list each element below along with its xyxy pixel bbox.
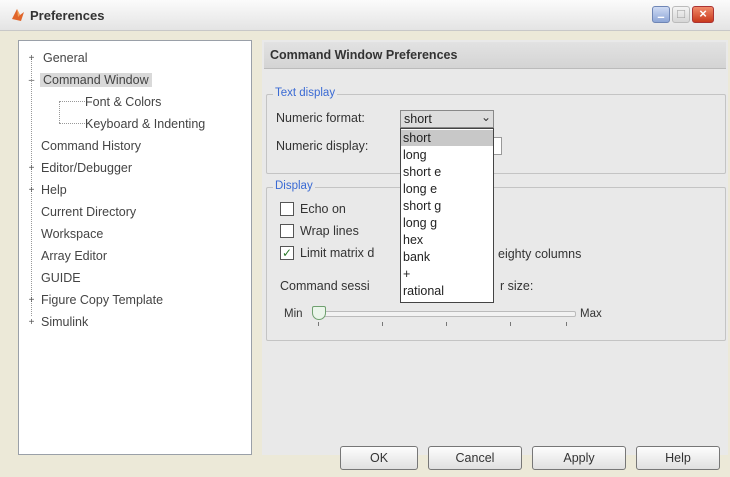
tree-item-label: Figure Copy Template: [41, 293, 164, 307]
tree-guide-line: [59, 101, 85, 102]
minimize-icon: –: [657, 9, 665, 24]
group-label: Text display: [273, 87, 338, 99]
tree-item-keyboard-indenting[interactable]: Keyboard & Indenting: [85, 117, 205, 131]
tree-item-array-editor[interactable]: Array Editor: [41, 249, 107, 263]
close-button[interactable]: ×: [692, 6, 714, 23]
tree-item-label: Font & Colors: [85, 95, 162, 109]
window-title: Preferences: [30, 8, 105, 23]
tree-item-label: Current Directory: [41, 205, 137, 219]
tree-item-help[interactable]: + Help: [27, 183, 67, 197]
wrap-lines-checkbox[interactable]: [280, 224, 294, 238]
limit-matrix-label-continued: eighty columns: [498, 247, 582, 261]
format-option-plus[interactable]: +: [401, 266, 493, 282]
format-option-short-g[interactable]: short g: [401, 198, 493, 214]
tree-item-label: Array Editor: [41, 249, 107, 263]
format-option-hex[interactable]: hex: [401, 232, 493, 248]
tree-item-guide[interactable]: GUIDE: [41, 271, 81, 285]
expand-icon[interactable]: +: [27, 164, 36, 174]
slider-tick: [318, 322, 319, 326]
tree-item-label: Workspace: [41, 227, 104, 241]
numeric-display-label: Numeric display:: [276, 139, 369, 153]
tree-item-label: General: [43, 51, 88, 65]
slider-tick: [382, 322, 383, 326]
tree-item-workspace[interactable]: Workspace: [41, 227, 103, 241]
buffer-size-slider[interactable]: [318, 311, 576, 317]
preferences-window: Preferences – □ × + General – Command Wi…: [0, 0, 730, 477]
preferences-tree: + General – Command Window Font & Colors…: [18, 40, 252, 455]
tree-item-label: Help: [41, 183, 67, 197]
echo-on-label: Echo on: [300, 202, 346, 216]
slider-thumb[interactable]: [312, 306, 326, 320]
chevron-down-icon: ⌄: [480, 110, 491, 124]
format-option-long[interactable]: long: [401, 147, 493, 163]
tree-item-current-directory[interactable]: Current Directory: [41, 205, 136, 219]
command-session-label: Command sessi: [280, 279, 370, 293]
apply-button[interactable]: Apply: [532, 446, 626, 470]
tree-item-label: Simulink: [41, 315, 89, 329]
numeric-format-select[interactable]: short ⌄: [400, 110, 494, 128]
limit-matrix-checkbox[interactable]: ✓: [280, 246, 294, 260]
check-mark-icon: ✓: [281, 246, 293, 260]
expand-icon[interactable]: +: [27, 54, 36, 64]
close-icon: ×: [699, 6, 707, 21]
help-button[interactable]: Help: [636, 446, 720, 470]
buffer-size-label: r size:: [500, 279, 534, 293]
slider-tick: [446, 322, 447, 326]
group-label: Display: [273, 180, 315, 192]
echo-on-checkbox[interactable]: [280, 202, 294, 216]
tree-item-editor-debugger[interactable]: + Editor/Debugger: [27, 161, 132, 175]
tree-item-label: Command History: [41, 139, 142, 153]
tree-guide-line: [59, 123, 85, 124]
numeric-format-label: Numeric format:: [276, 111, 365, 125]
limit-matrix-label: Limit matrix d: [300, 246, 375, 260]
tree-item-label: Command Window: [40, 73, 152, 87]
cancel-button[interactable]: Cancel: [428, 446, 522, 470]
expand-icon[interactable]: +: [27, 318, 36, 328]
maximize-icon: □: [677, 6, 685, 21]
format-option-short-e[interactable]: short e: [401, 164, 493, 180]
matlab-logo-icon: [12, 9, 24, 21]
title-bar[interactable]: Preferences – □ ×: [0, 0, 730, 31]
slider-tick: [510, 322, 511, 326]
tree-item-label: Editor/Debugger: [41, 161, 133, 175]
minimize-button[interactable]: –: [652, 6, 670, 24]
format-option-bank[interactable]: bank: [401, 249, 493, 265]
tree-item-font-colors[interactable]: Font & Colors: [85, 95, 161, 109]
format-option-short[interactable]: short: [401, 130, 493, 146]
text-display-group: Text display: [266, 87, 726, 174]
panel-title: Command Window Preferences: [270, 48, 458, 62]
maximize-button[interactable]: □: [672, 6, 690, 23]
expand-icon[interactable]: +: [27, 186, 36, 196]
expand-icon[interactable]: +: [27, 296, 36, 306]
tree-item-label: Keyboard & Indenting: [85, 117, 206, 131]
format-option-long-e[interactable]: long e: [401, 181, 493, 197]
tree-item-figure-copy-template[interactable]: + Figure Copy Template: [27, 293, 163, 307]
slider-max-label: Max: [580, 308, 602, 320]
ok-button[interactable]: OK: [340, 446, 418, 470]
numeric-format-dropdown: short long short e long e short g long g…: [400, 128, 494, 303]
collapse-icon[interactable]: –: [27, 76, 36, 86]
format-option-rational[interactable]: rational: [401, 283, 493, 299]
numeric-format-value: short: [404, 112, 432, 126]
wrap-lines-label: Wrap lines: [300, 224, 359, 238]
tree-item-general[interactable]: + General: [27, 51, 88, 65]
tree-item-command-history[interactable]: Command History: [41, 139, 141, 153]
tree-item-simulink[interactable]: + Simulink: [27, 315, 89, 329]
slider-tick: [566, 322, 567, 326]
format-option-long-g[interactable]: long g: [401, 215, 493, 231]
tree-guide-line: [59, 101, 60, 123]
tree-item-label: GUIDE: [41, 271, 81, 285]
slider-min-label: Min: [284, 308, 303, 320]
tree-item-command-window[interactable]: – Command Window: [27, 73, 152, 87]
